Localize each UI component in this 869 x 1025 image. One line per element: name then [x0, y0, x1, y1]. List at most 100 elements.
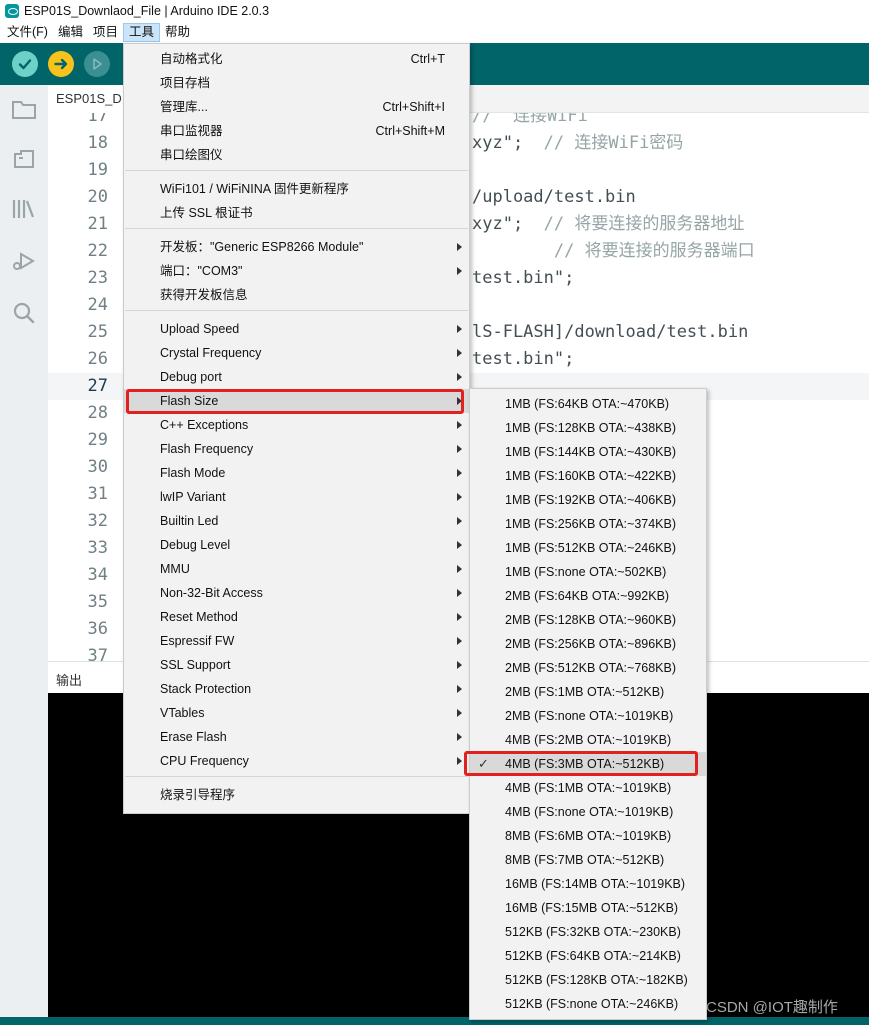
- tools-menu-item-mmu[interactable]: MMU: [124, 557, 469, 581]
- debug-play-icon: [93, 58, 102, 70]
- menu-edit[interactable]: 编辑: [53, 23, 88, 42]
- flash-size-option[interactable]: 8MB (FS:6MB OTA:~1019KB): [470, 824, 706, 848]
- tools-menu-item-crystal-frequency[interactable]: Crystal Frequency: [124, 341, 469, 365]
- flash-size-option[interactable]: 512KB (FS:none OTA:~246KB): [470, 992, 706, 1016]
- menu-item-label: Debug port: [160, 370, 222, 384]
- flash-size-option-label: 512KB (FS:64KB OTA:~214KB): [505, 949, 681, 963]
- tools-menu-item-flash-frequency[interactable]: Flash Frequency: [124, 437, 469, 461]
- flash-size-option[interactable]: 2MB (FS:256KB OTA:~896KB): [470, 632, 706, 656]
- tools-menu-item-item[interactable]: 烧录引导程序: [124, 783, 469, 807]
- menu-item-label: 上传 SSL 根证书: [160, 206, 253, 220]
- flash-size-option[interactable]: 1MB (FS:512KB OTA:~246KB): [470, 536, 706, 560]
- flash-size-option-label: 2MB (FS:none OTA:~1019KB): [505, 709, 674, 723]
- menu-tools[interactable]: 工具: [123, 23, 161, 42]
- tools-menu-item-stack-protection[interactable]: Stack Protection: [124, 677, 469, 701]
- menu-item-label: Crystal Frequency: [160, 346, 262, 360]
- submenu-arrow-icon: [457, 661, 462, 669]
- flash-size-option[interactable]: 2MB (FS:512KB OTA:~768KB): [470, 656, 706, 680]
- flash-size-option[interactable]: 2MB (FS:1MB OTA:~512KB): [470, 680, 706, 704]
- flash-size-option[interactable]: 16MB (FS:14MB OTA:~1019KB): [470, 872, 706, 896]
- tools-menu-item-vtables[interactable]: VTables: [124, 701, 469, 725]
- flash-size-option[interactable]: 1MB (FS:64KB OTA:~470KB): [470, 392, 706, 416]
- verify-button[interactable]: [12, 51, 38, 77]
- line-number: 31: [87, 484, 108, 504]
- sketch-tab[interactable]: ESP01S_D: [48, 85, 130, 113]
- tools-menu-item-flash-size[interactable]: Flash Size: [124, 389, 469, 413]
- flash-size-option-label: 4MB (FS:1MB OTA:~1019KB): [505, 781, 672, 795]
- flash-size-option[interactable]: 1MB (FS:128KB OTA:~438KB): [470, 416, 706, 440]
- flash-size-option[interactable]: 4MB (FS:1MB OTA:~1019KB): [470, 776, 706, 800]
- tools-menu-item-flash-mode[interactable]: Flash Mode: [124, 461, 469, 485]
- code-segment: test.bin";: [472, 349, 575, 369]
- line-number: 35: [87, 592, 108, 612]
- tools-menu-item-non-32-bit-access[interactable]: Non-32-Bit Access: [124, 581, 469, 605]
- flash-size-option[interactable]: ✓ 4MB (FS:3MB OTA:~512KB): [470, 752, 706, 776]
- tools-menu-item-builtin-led[interactable]: Builtin Led: [124, 509, 469, 533]
- flash-size-option[interactable]: 2MB (FS:none OTA:~1019KB): [470, 704, 706, 728]
- tools-menu-item-c-exceptions[interactable]: C++ Exceptions: [124, 413, 469, 437]
- tools-menu-item-ssl-support[interactable]: SSL Support: [124, 653, 469, 677]
- menu-item-label: Erase Flash: [160, 730, 227, 744]
- tools-menu-item-ssl[interactable]: 上传 SSL 根证书: [124, 201, 469, 225]
- tools-menu-item-item[interactable]: 获得开发板信息: [124, 283, 469, 307]
- code-segment: lS-FLASH]/download/test.bin: [472, 322, 749, 342]
- tools-menu: 自动格式化 Ctrl+T 项目存档 管理库... Ctrl+Shift+I 串口监视器 Ct…: [123, 43, 470, 814]
- tools-menu-item-item[interactable]: 项目存档: [124, 71, 469, 95]
- tools-menu-item-wifi101-wifinina[interactable]: WiFi101 / WiFiNINA 固件更新程序: [124, 177, 469, 201]
- flash-size-option[interactable]: 16MB (FS:15MB OTA:~512KB): [470, 896, 706, 920]
- flash-size-option[interactable]: 1MB (FS:256KB OTA:~374KB): [470, 512, 706, 536]
- tools-menu-item-debug-level[interactable]: Debug Level: [124, 533, 469, 557]
- flash-size-option[interactable]: 2MB (FS:64KB OTA:~992KB): [470, 584, 706, 608]
- flash-size-option-label: 1MB (FS:64KB OTA:~470KB): [505, 397, 670, 411]
- flash-size-option-label: 1MB (FS:256KB OTA:~374KB): [505, 517, 677, 531]
- flash-size-option-label: 4MB (FS:2MB OTA:~1019KB): [505, 733, 672, 747]
- submenu-arrow-icon: [457, 373, 462, 381]
- flash-size-option[interactable]: 1MB (FS:160KB OTA:~422KB): [470, 464, 706, 488]
- tools-menu-item-reset-method[interactable]: Reset Method: [124, 605, 469, 629]
- tools-menu-item-com3[interactable]: 端口："COM3": [124, 259, 469, 283]
- tools-menu-item-debug-port[interactable]: Debug port: [124, 365, 469, 389]
- tools-menu-item-item[interactable]: 串口绘图仪: [124, 143, 469, 167]
- menu-separator: [125, 776, 468, 777]
- tools-menu-item-item[interactable]: 自动格式化 Ctrl+T: [124, 47, 469, 71]
- tools-menu-item-erase-flash[interactable]: Erase Flash: [124, 725, 469, 749]
- upload-button[interactable]: [48, 51, 74, 77]
- flash-size-option[interactable]: 4MB (FS:none OTA:~1019KB): [470, 800, 706, 824]
- sketchbook-folder-icon[interactable]: [10, 95, 38, 123]
- code-comment: // 连接WiFi密码: [543, 133, 684, 153]
- line-number: 32: [87, 511, 108, 531]
- tools-menu-item-item[interactable]: 串口监视器 Ctrl+Shift+M: [124, 119, 469, 143]
- flash-size-option[interactable]: 4MB (FS:2MB OTA:~1019KB): [470, 728, 706, 752]
- flash-size-option[interactable]: 512KB (FS:128KB OTA:~182KB): [470, 968, 706, 992]
- board-manager-icon[interactable]: [10, 145, 38, 173]
- menu-sketch[interactable]: 项目: [88, 23, 123, 42]
- menu-help[interactable]: 帮助: [160, 23, 195, 42]
- flash-size-option-label: 16MB (FS:15MB OTA:~512KB): [505, 901, 679, 915]
- menu-item-label: 自动格式化: [160, 52, 223, 66]
- tools-menu-item-upload-speed[interactable]: Upload Speed: [124, 317, 469, 341]
- tools-menu-item-cpu-frequency[interactable]: CPU Frequency: [124, 749, 469, 773]
- flash-size-option[interactable]: 2MB (FS:128KB OTA:~960KB): [470, 608, 706, 632]
- debug-button[interactable]: [84, 51, 110, 77]
- menu-separator: [125, 310, 468, 311]
- tools-menu-item-generic-esp8266-module[interactable]: 开发板："Generic ESP8266 Module": [124, 235, 469, 259]
- line-number: 30: [87, 457, 108, 477]
- menu-item-label: Flash Size: [160, 394, 219, 408]
- search-icon[interactable]: [10, 299, 38, 327]
- library-icon[interactable]: [10, 195, 38, 223]
- tools-menu-item-espressif-fw[interactable]: Espressif FW: [124, 629, 469, 653]
- submenu-arrow-icon: [457, 685, 462, 693]
- menu-item-label: VTables: [160, 706, 205, 720]
- flash-size-option[interactable]: 1MB (FS:192KB OTA:~406KB): [470, 488, 706, 512]
- tools-menu-item-lwip-variant[interactable]: lwIP Variant: [124, 485, 469, 509]
- tools-menu-item-item[interactable]: 管理库... Ctrl+Shift+I: [124, 95, 469, 119]
- menu-file[interactable]: 文件(F): [2, 23, 53, 42]
- flash-size-option[interactable]: 512KB (FS:32KB OTA:~230KB): [470, 920, 706, 944]
- flash-size-option[interactable]: 1MB (FS:none OTA:~502KB): [470, 560, 706, 584]
- flash-size-option[interactable]: 1MB (FS:144KB OTA:~430KB): [470, 440, 706, 464]
- line-number: 21: [87, 214, 108, 234]
- code-segment: test.bin";: [472, 268, 575, 288]
- flash-size-option[interactable]: 512KB (FS:64KB OTA:~214KB): [470, 944, 706, 968]
- debug-icon[interactable]: [10, 247, 38, 275]
- flash-size-option[interactable]: 8MB (FS:7MB OTA:~512KB): [470, 848, 706, 872]
